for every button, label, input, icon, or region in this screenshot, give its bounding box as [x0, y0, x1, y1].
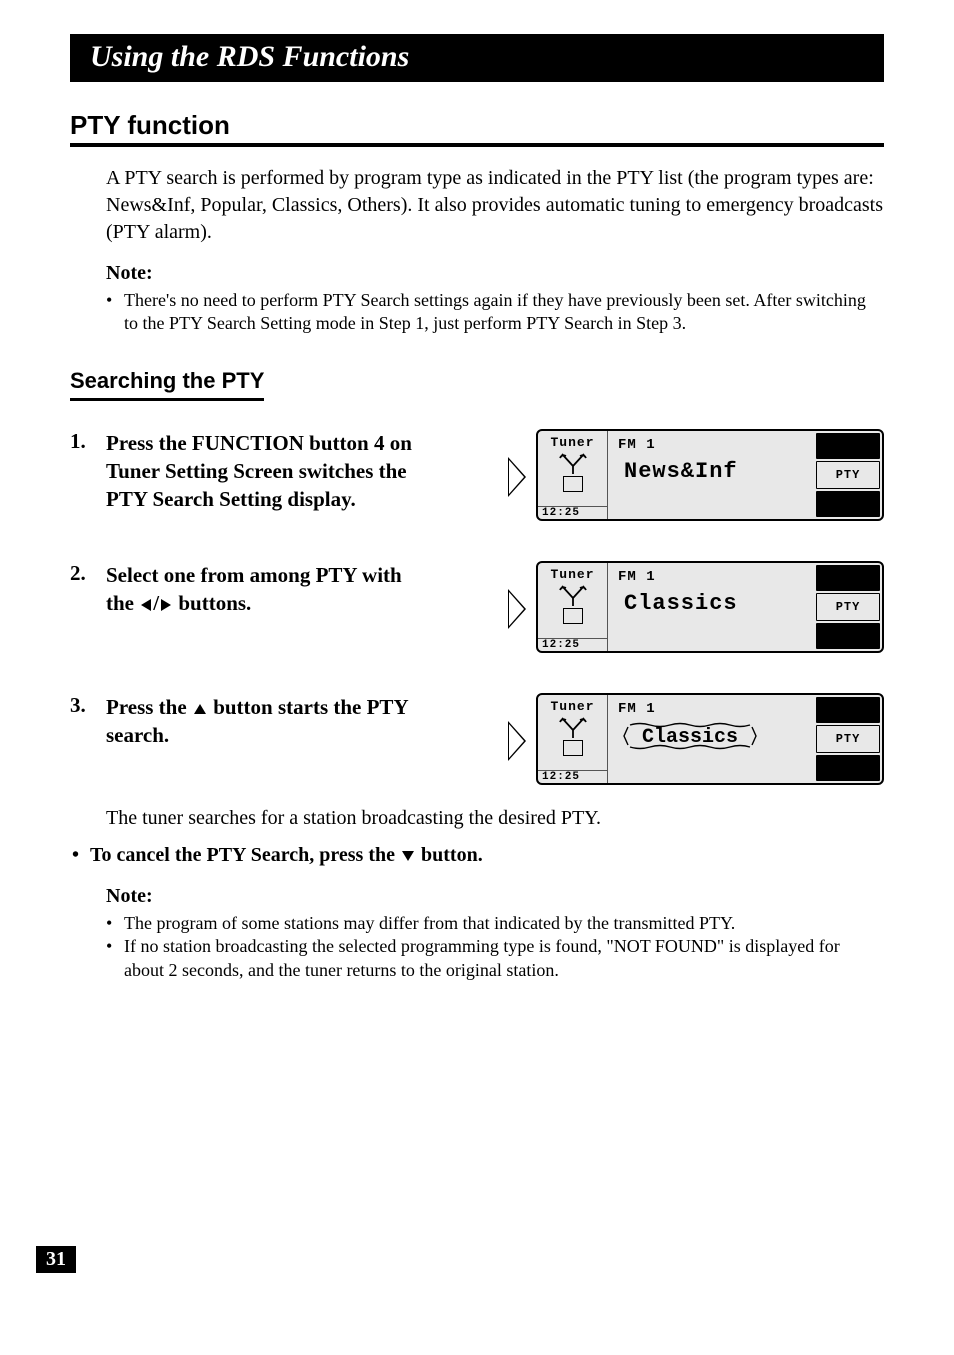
tuner-label: Tuner — [550, 567, 594, 582]
antenna-icon — [558, 584, 588, 606]
note-label: Note: — [106, 262, 884, 285]
screen-button-blank-top — [816, 565, 880, 591]
pty-value: Classics — [624, 591, 806, 616]
section-heading-pty-function: PTY function — [70, 110, 884, 147]
screen-button-blank-top — [816, 697, 880, 723]
screen-button-blank-bottom — [816, 491, 880, 517]
tuner-screen-3: Tuner 12:25 FM 1 Classics — [536, 693, 884, 785]
dashed-selection-box: Classics — [620, 721, 760, 751]
band-label: FM 1 — [618, 437, 806, 453]
screen-button-blank-bottom — [816, 623, 880, 649]
section-heading-searching-pty: Searching the PTY — [70, 368, 264, 401]
step-2-row: 2. Select one from among PTY with the / … — [70, 561, 884, 653]
pty-value-dashed: Classics — [642, 726, 738, 749]
tuner-label: Tuner — [550, 435, 594, 450]
page-number: 31 — [36, 1246, 76, 1273]
left-arrow-icon — [141, 599, 151, 611]
note-item: If no station broadcasting the selected … — [124, 935, 884, 982]
tuner-label: Tuner — [550, 699, 594, 714]
pointer-icon — [508, 589, 526, 629]
note-item: There's no need to perform PTY Search se… — [124, 289, 884, 336]
time-label: 12:25 — [538, 770, 607, 783]
tuner-screen-2: Tuner 12:25 FM 1 Classics PTY — [536, 561, 884, 653]
note-label-2: Note: — [106, 885, 884, 908]
screen-button-blank-top — [816, 433, 880, 459]
pty-value: News&Inf — [624, 459, 806, 484]
after-steps-text: The tuner searches for a station broadca… — [106, 807, 884, 830]
chapter-title: Using the RDS Functions — [70, 34, 884, 82]
step-number: 1. — [70, 429, 106, 454]
antenna-icon — [558, 716, 588, 738]
document-icon — [563, 740, 583, 756]
band-label: FM 1 — [618, 701, 806, 717]
tuner-screen-1: Tuner 12:25 FM 1 News&Inf PTY — [536, 429, 884, 521]
time-label: 12:25 — [538, 638, 607, 651]
step-number: 3. — [70, 693, 106, 718]
step-3-row: 3. Press the button starts the PTY searc… — [70, 693, 884, 785]
document-icon — [563, 476, 583, 492]
note-list-2: •The program of some stations may differ… — [106, 912, 884, 982]
note-list-1: •There's no need to perform PTY Search s… — [106, 289, 884, 336]
screen-button-pty: PTY — [816, 461, 880, 489]
antenna-icon — [558, 452, 588, 474]
step-text: Press the FUNCTION button 4 on Tuner Set… — [106, 429, 436, 514]
document-icon — [563, 608, 583, 624]
cancel-instruction: • To cancel the PTY Search, press the bu… — [72, 844, 884, 867]
up-arrow-icon — [194, 704, 206, 714]
note-item: The program of some stations may differ … — [124, 912, 735, 935]
band-label: FM 1 — [618, 569, 806, 585]
step-text: Select one from among PTY with the / but… — [106, 561, 436, 618]
step-1-row: 1. Press the FUNCTION button 4 on Tuner … — [70, 429, 884, 521]
pointer-icon — [508, 457, 526, 497]
down-arrow-icon — [402, 851, 414, 861]
screen-button-blank-bottom — [816, 755, 880, 781]
screen-button-pty: PTY — [816, 593, 880, 621]
step-text: Press the button starts the PTY search. — [106, 693, 436, 750]
right-arrow-icon — [161, 599, 171, 611]
step-number: 2. — [70, 561, 106, 586]
time-label: 12:25 — [538, 506, 607, 519]
pty-intro-paragraph: A PTY search is performed by program typ… — [106, 165, 884, 246]
pointer-icon — [508, 721, 526, 761]
screen-button-pty: PTY — [816, 725, 880, 753]
